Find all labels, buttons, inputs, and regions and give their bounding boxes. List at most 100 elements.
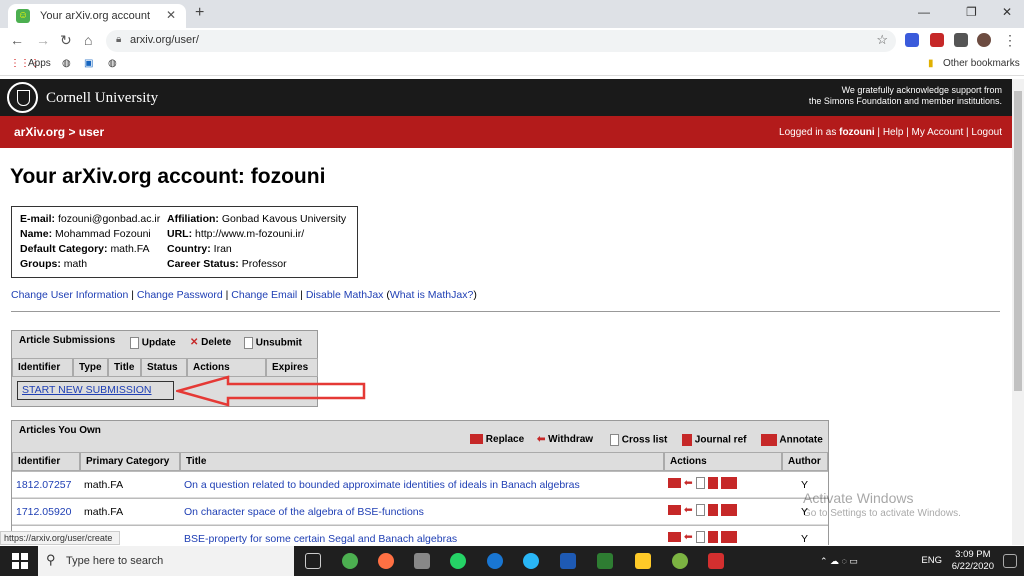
page-content: Cornell University We gratefully acknowl…	[0, 79, 1012, 545]
journalref-icon[interactable]	[707, 477, 718, 490]
url-value: http://www.m-fozouni.ir/	[195, 228, 305, 240]
article-title-link[interactable]: BSE-property for some certain Segal and …	[184, 533, 457, 545]
help-link[interactable]: Help	[883, 127, 904, 138]
acknowledgement[interactable]: We gratefully acknowledge support from t…	[809, 85, 1002, 107]
journalref-action[interactable]: Journal ref	[682, 434, 746, 446]
restore-icon[interactable]: ❐	[966, 5, 977, 19]
change-user-info-link[interactable]: Change User Information	[11, 289, 128, 301]
withdraw-icon[interactable]: ⬅	[684, 531, 693, 543]
crosslist-icon[interactable]	[695, 531, 705, 544]
task-view-icon[interactable]	[305, 553, 321, 569]
withdraw-icon[interactable]: ⬅	[684, 477, 693, 489]
windows-start-icon[interactable]	[12, 553, 28, 569]
search-icon: ⚲	[46, 552, 56, 567]
replace-icon[interactable]	[668, 505, 681, 516]
home-icon[interactable]: ⌂	[84, 32, 92, 48]
firefox-icon[interactable]	[378, 553, 394, 569]
journalref-icon[interactable]	[707, 504, 718, 517]
journalref-icon[interactable]	[707, 531, 718, 544]
replace-action[interactable]: Replace	[470, 434, 524, 445]
sciencewise-icon[interactable]	[720, 504, 737, 517]
logout-link[interactable]: Logout	[971, 127, 1002, 138]
bookmark-other[interactable]: Other bookmarks	[943, 58, 1020, 69]
browser-tab[interactable]: ☺ Your arXiv.org account ✕	[8, 4, 186, 28]
replace-icon[interactable]	[668, 478, 681, 489]
globe-icon[interactable]: ◍	[108, 58, 117, 69]
page-scrollbar[interactable]	[1012, 79, 1024, 545]
app-icon[interactable]	[672, 553, 688, 569]
extension-icon[interactable]	[930, 33, 944, 47]
name-value: Mohammad Fozouni	[55, 228, 151, 240]
cornell-seal-icon[interactable]	[7, 82, 38, 113]
disable-mathjax-link[interactable]: Disable MathJax	[306, 289, 384, 301]
article-id-link[interactable]: 1812.07257	[16, 479, 71, 491]
notifications-icon[interactable]	[1003, 554, 1017, 568]
reload-icon[interactable]: ↻	[60, 32, 72, 49]
back-icon[interactable]: ←	[10, 32, 24, 48]
minimize-icon[interactable]: —	[918, 5, 930, 19]
app-icon[interactable]	[414, 553, 430, 569]
telegram-icon[interactable]	[523, 553, 539, 569]
chrome-icon[interactable]	[342, 553, 358, 569]
sciencewise-icon[interactable]	[720, 477, 737, 490]
system-tray-icons[interactable]: ⌃ ☁ ◌ ▭	[820, 556, 880, 566]
close-window-icon[interactable]: ✕	[1002, 5, 1012, 19]
row-actions: ⬅	[668, 504, 737, 517]
bookmark-apps[interactable]: Apps	[28, 58, 51, 69]
address-bar[interactable]: 🔒︎ arxiv.org/user/ ☆	[106, 30, 896, 52]
profile-avatar[interactable]	[977, 33, 991, 47]
menu-icon[interactable]: ⋮	[1003, 32, 1017, 49]
article-id-link[interactable]: 1712.05920	[16, 506, 71, 518]
whatsapp-icon[interactable]	[450, 553, 466, 569]
word-icon[interactable]	[560, 553, 576, 569]
search-placeholder: Type here to search	[66, 555, 164, 567]
table-row: 1712.05920 math.FA On character space of…	[12, 498, 828, 524]
withdraw-action[interactable]: ⬅ Withdraw	[537, 434, 593, 445]
extension-icon[interactable]	[905, 33, 919, 47]
groups-value: math	[63, 258, 88, 270]
university-name[interactable]: Cornell University	[46, 90, 158, 107]
excel-icon[interactable]	[597, 553, 613, 569]
withdraw-icon[interactable]: ⬅	[684, 504, 693, 516]
my-account-link[interactable]: My Account	[912, 127, 964, 138]
article-title-link[interactable]: On character space of the algebra of BSE…	[184, 506, 424, 518]
activate-windows-watermark: Activate Windows Go to Settings to activ…	[803, 490, 961, 519]
crosslist-icon[interactable]	[695, 504, 705, 517]
change-password-link[interactable]: Change Password	[137, 289, 223, 301]
taskbar-clock[interactable]: 3:09 PM 6/22/2020	[952, 549, 994, 573]
article-title-link[interactable]: On a question related to bounded approxi…	[184, 479, 580, 491]
acrobat-icon[interactable]	[708, 553, 724, 569]
taskbar-search-box[interactable]: ⚲ Type here to search	[38, 546, 294, 576]
start-new-submission-button[interactable]: START NEW SUBMISSION	[17, 381, 174, 400]
forward-icon[interactable]: →	[36, 32, 50, 48]
puzzle-icon[interactable]	[954, 33, 968, 47]
change-email-link[interactable]: Change Email	[231, 289, 297, 301]
new-tab-button[interactable]: +	[195, 4, 204, 22]
update-action[interactable]: Update	[130, 337, 176, 349]
delete-action[interactable]: ✕ Delete	[190, 337, 231, 348]
column-header: Type	[73, 358, 108, 377]
replace-icon[interactable]	[668, 532, 681, 543]
globe-icon[interactable]: ◍	[62, 58, 71, 69]
row-actions: ⬅	[668, 477, 737, 490]
status-bar-url: https://arxiv.org/user/create	[0, 531, 120, 545]
username: fozouni	[839, 127, 875, 138]
scrollbar-thumb[interactable]	[1014, 91, 1022, 391]
unsubmit-action[interactable]: Unsubmit	[244, 337, 302, 349]
sciencewise-icon[interactable]	[720, 531, 737, 544]
breadcrumb[interactable]: arXiv.org > user	[14, 125, 104, 139]
language-indicator[interactable]: ENG	[921, 555, 942, 566]
close-tab-icon[interactable]: ✕	[166, 8, 176, 22]
file-explorer-icon[interactable]	[635, 553, 651, 569]
row-actions: ⬅	[668, 531, 737, 544]
what-is-mathjax-link[interactable]: What is MathJax?	[390, 289, 473, 301]
sciencewise-icon	[761, 434, 777, 446]
delete-icon: ✕	[190, 337, 199, 348]
column-header: Title	[180, 452, 664, 471]
outlook-icon[interactable]: ▣	[84, 58, 93, 69]
crosslist-icon[interactable]	[695, 477, 705, 490]
bookmark-star-icon[interactable]: ☆	[876, 32, 888, 48]
annotate-action[interactable]: Annotate	[761, 434, 823, 446]
crosslist-action[interactable]: Cross list	[610, 434, 667, 446]
app-icon[interactable]	[487, 553, 503, 569]
